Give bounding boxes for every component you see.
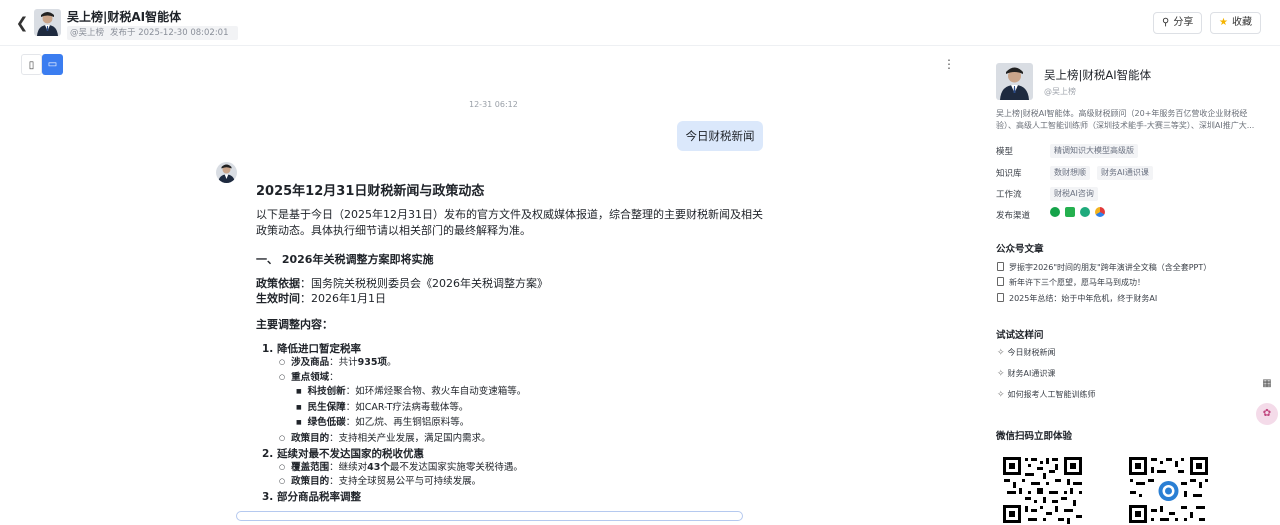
list-item: 3. 部分商品税率调整 (262, 490, 776, 504)
view-toggle: ▯ ▭ (21, 54, 63, 75)
answer-title: 2025年12月31日财税新闻与政策动态 (256, 184, 485, 199)
document-icon (997, 262, 1004, 271)
share-icon: ⚲ (1162, 17, 1170, 28)
policy-basis-label: 政策依据 (256, 277, 300, 290)
list-item-heading: 3. 部分商品税率调整 (262, 490, 361, 503)
effective-date-label: 生效时间 (256, 292, 300, 305)
policy-basis: 政策依据：国务院关税税则委员会《2026年关税调整方案》 (256, 276, 776, 291)
user-message-bubble: 今日财税新闻 (677, 121, 763, 151)
sparkle-icon: ✧ (997, 348, 1005, 358)
share-label: 分享 (1173, 17, 1194, 28)
document-icon (997, 277, 1004, 286)
list-subsubitem: 绿色低碳：如乙烷、再生铜铝原料等。 (296, 416, 776, 432)
effective-date-value: ：2026年1月1日 (300, 292, 386, 305)
assistant-float-icon[interactable]: ✿ (1256, 403, 1278, 425)
list-subitem: 政策目的：支持全球贸易公平与可持续发展。 (279, 475, 776, 490)
bot-avatar (216, 162, 237, 183)
author-handle: @吴上榜 (70, 28, 105, 38)
adjustment-list: 1. 降低进口暂定税率 涉及商品：共计935项。 重点领域： 科技创新：如环烯烃… (262, 342, 776, 504)
list-subitem: 政策目的：支持相关产业发展，满足国内需求。 (279, 432, 776, 447)
suggested-question[interactable]: ✧ 如何报考人工智能训练师 (997, 389, 1096, 400)
chat-input-box[interactable] (236, 511, 743, 521)
list-subitem: 涉及商品：共计935项。 (279, 356, 776, 371)
mobile-view-icon[interactable]: ▯ (21, 54, 42, 75)
sidebar-agent-handle: @吴上榜 (1044, 87, 1076, 96)
channel-icons (1050, 207, 1105, 217)
back-arrow-icon[interactable]: ❮ (14, 14, 30, 32)
effective-date: 生效时间：2026年1月1日 (256, 291, 776, 306)
suggested-question[interactable]: ✧ 财务AI通识课 (997, 368, 1055, 379)
qr-title: 微信扫码立即体验 (996, 431, 1073, 442)
favorite-button[interactable]: ★ 收藏 (1210, 12, 1261, 34)
knowledge-base-label: 知识库 (996, 169, 1022, 179)
model-tag[interactable]: 精调知识大模型高级版 (1050, 144, 1138, 158)
channel-label: 发布渠道 (996, 211, 1031, 221)
list-item-heading: 1. 降低进口暂定税率 (262, 343, 361, 355)
sidebar-agent-description: 吴上榜|财税AI智能体。高级财税顾问（20+年服务百亿营收企业财税经验）、高级人… (996, 109, 1255, 130)
more-options-icon[interactable]: ⋮ (943, 58, 955, 70)
channel-web-icon[interactable] (1095, 207, 1105, 217)
sparkle-icon: ✧ (997, 390, 1005, 400)
grid-apps-icon[interactable]: ▦ (1256, 373, 1278, 395)
top-header: ❮ 吴上榜|财税AI智能体 @吴上榜 发布于 2025-12-30 08:02:0… (0, 0, 1280, 46)
sidebar-agent-name: 吴上榜|财税AI智能体 (1044, 68, 1152, 82)
message-timestamp: 12-31 06:12 (469, 100, 518, 109)
list-subsubitem: 民生保障：如CAR-T疗法病毒载体等。 (296, 401, 776, 417)
workflow-label: 工作流 (996, 190, 1022, 200)
section-heading: 一、 2026年关税调整方案即将实施 (256, 253, 434, 266)
article-link[interactable]: 新年许下三个愿望，愿马年马到成功！ (997, 277, 1145, 288)
workflow-tag[interactable]: 财税AI咨询 (1050, 187, 1098, 201)
publish-meta: @吴上榜 发布于 2025-12-30 08:02:01 (67, 26, 238, 40)
channel-mini-program-icon[interactable] (1080, 207, 1090, 217)
list-subitem: 覆盖范围：继续对43个最不发达国家实施零关税待遇。 (279, 461, 776, 476)
try-asking-title: 试试这样问 (996, 330, 1044, 341)
answer-intro: 以下是基于今日（2025年12月31日）发布的官方文件及权威媒体报道，综合整理的… (256, 208, 763, 237)
publish-time: 发布于 2025-12-30 08:02:01 (110, 28, 229, 38)
channel-wechat-doc-icon[interactable] (1065, 207, 1075, 217)
list-item: 2. 延续对最不发达国家的税收优惠 覆盖范围：继续对43个最不发达国家实施零关税… (262, 447, 776, 490)
policy-basis-value: ：国务院关税税则委员会《2026年关税调整方案》 (300, 277, 548, 290)
agent-title: 吴上榜|财税AI智能体 (67, 10, 182, 24)
bot-answer: 2025年12月31日财税新闻与政策动态 以下是基于今日（2025年12月31日… (256, 180, 776, 504)
suggested-question[interactable]: ✧ 今日财税新闻 (997, 347, 1056, 358)
list-subsubitem: 科技创新：如环烯烃聚合物、救火车自动变速箱等。 (296, 385, 776, 401)
sparkle-icon: ✧ (997, 369, 1005, 379)
articles-title: 公众号文章 (996, 244, 1044, 255)
desktop-view-icon[interactable]: ▭ (42, 54, 63, 75)
favorite-label: 收藏 (1231, 17, 1252, 28)
knowledge-base-tag[interactable]: 财务AI通识课 (1097, 166, 1153, 180)
list-subitem: 重点领域： (279, 371, 776, 386)
sidebar-agent-avatar (996, 63, 1033, 100)
model-label: 模型 (996, 147, 1014, 157)
list-item-heading: 2. 延续对最不发达国家的税收优惠 (262, 447, 424, 460)
share-button[interactable]: ⚲ 分享 (1153, 12, 1203, 34)
main-content-heading: 主要调整内容： (256, 318, 333, 331)
agent-avatar (34, 9, 61, 36)
list-item: 1. 降低进口暂定税率 涉及商品：共计935项。 重点领域： 科技创新：如环烯烃… (262, 342, 776, 447)
article-link[interactable]: 2025年总结：始于中年危机，终于财务AI (997, 293, 1157, 304)
knowledge-base-tag[interactable]: 数财想顺 (1050, 166, 1090, 180)
channel-app-icon[interactable] (1050, 207, 1060, 217)
star-icon: ★ (1219, 17, 1228, 28)
document-icon (997, 293, 1004, 302)
article-link[interactable]: 罗振宇2026"时间的朋友"跨年演讲全文稿（含全套PPT） (997, 262, 1211, 273)
